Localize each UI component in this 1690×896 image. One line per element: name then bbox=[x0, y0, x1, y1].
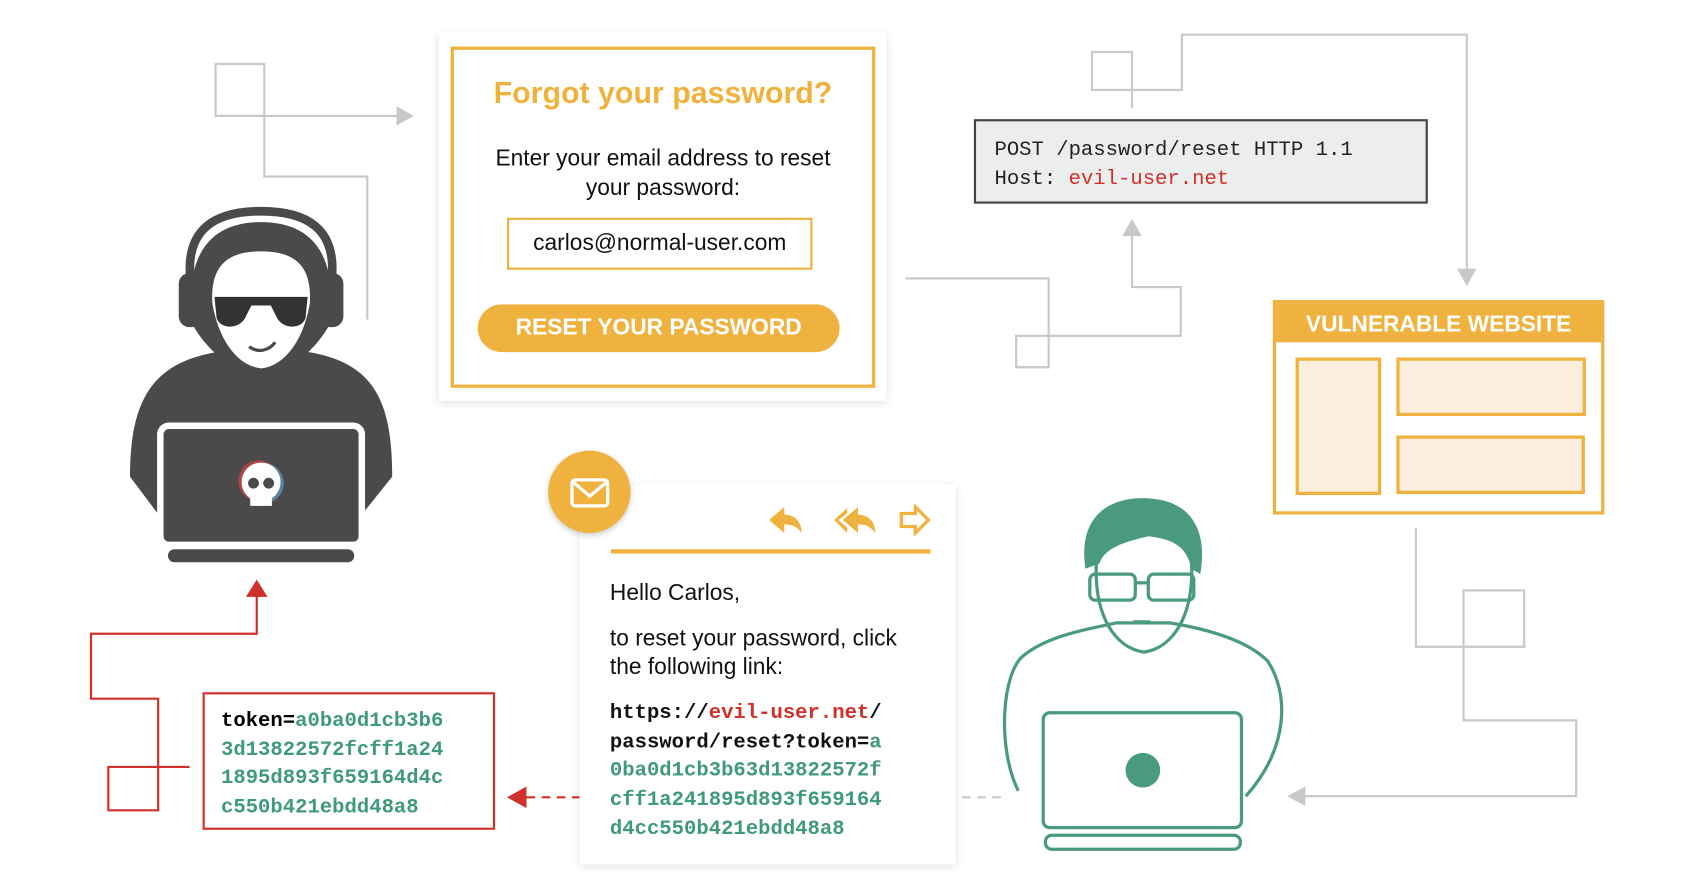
website-content-panel bbox=[1396, 357, 1586, 416]
reset-password-button[interactable]: RESET YOUR PASSWORD bbox=[477, 304, 840, 353]
link-slash: / bbox=[869, 700, 882, 725]
laptop-dot bbox=[1125, 752, 1161, 788]
request-line: POST /password/reset HTTP 1.1 bbox=[994, 137, 1353, 162]
connector-line bbox=[1304, 527, 1578, 798]
hacker-figure bbox=[129, 206, 393, 563]
form-title: Forgot your password? bbox=[493, 75, 833, 110]
email-actions bbox=[769, 503, 931, 537]
vulnerable-website: VULNERABLE WEBSITE bbox=[1272, 300, 1605, 515]
link-token: d4cc550b421ebdd48a8 bbox=[609, 816, 845, 841]
link-token: a bbox=[869, 729, 882, 754]
envelope-icon bbox=[570, 478, 610, 508]
user-figure bbox=[1002, 563, 1284, 851]
arrow-up-icon bbox=[1122, 218, 1142, 237]
arrow-left-icon bbox=[506, 786, 527, 809]
token-value: c550b421ebdd48a8 bbox=[220, 795, 419, 820]
email-greeting: Hello Carlos, bbox=[609, 580, 741, 606]
stolen-token-box: token=a0ba0d1cb3b6 3d13822572fcff1a24 18… bbox=[202, 692, 496, 830]
user-hair bbox=[1084, 498, 1203, 575]
reply-all-icon[interactable] bbox=[834, 506, 876, 533]
description-line: your password: bbox=[585, 175, 741, 201]
link-prefix: https:// bbox=[609, 700, 709, 725]
host-label: Host: bbox=[994, 166, 1069, 191]
token-value: 3d13822572fcff1a24 bbox=[220, 737, 444, 762]
email-input[interactable]: carlos@normal-user.com bbox=[506, 217, 813, 270]
link-path: password/reset?token= bbox=[609, 729, 870, 754]
connector-node bbox=[1090, 50, 1134, 91]
email-body: to reset your password, click the follow… bbox=[610, 625, 897, 681]
http-request: POST /password/reset HTTP 1.1 Host: evil… bbox=[973, 119, 1428, 204]
link-token: 0ba0d1cb3b63d13822572f bbox=[609, 758, 882, 783]
link-domain: evil-user.net bbox=[708, 700, 870, 725]
website-label: VULNERABLE WEBSITE bbox=[1276, 303, 1602, 343]
email-divider bbox=[610, 549, 931, 554]
website-sidebar-panel bbox=[1295, 357, 1382, 496]
token-value: a0ba0d1cb3b6 bbox=[295, 708, 444, 733]
email-badge bbox=[548, 450, 631, 533]
arrow-down-icon bbox=[1457, 268, 1477, 286]
body-line: the following link: bbox=[609, 654, 784, 680]
connector-node bbox=[214, 62, 266, 117]
arrow-left-icon bbox=[1286, 786, 1306, 806]
token-value: 1895d893f659164d4c bbox=[220, 766, 444, 791]
website-content-panel bbox=[1396, 435, 1585, 494]
forward-icon[interactable] bbox=[899, 503, 931, 537]
description-line: Enter your email address to reset bbox=[495, 146, 831, 172]
arrow-up-icon bbox=[245, 579, 268, 597]
reply-icon[interactable] bbox=[769, 506, 802, 533]
connector-line bbox=[905, 235, 1182, 369]
link-token: cff1a241895d893f659164 bbox=[609, 787, 882, 812]
form-description: Enter your email address to reset your p… bbox=[451, 144, 876, 202]
reset-link[interactable]: https://evil-user.net/ password/reset?to… bbox=[610, 699, 882, 844]
arrow-right-icon bbox=[396, 106, 414, 126]
host-value: evil-user.net bbox=[1068, 166, 1230, 191]
body-line: to reset your password, click bbox=[609, 626, 897, 652]
host-line: Host: evil-user.net bbox=[994, 165, 1425, 194]
token-label: token= bbox=[220, 708, 296, 733]
